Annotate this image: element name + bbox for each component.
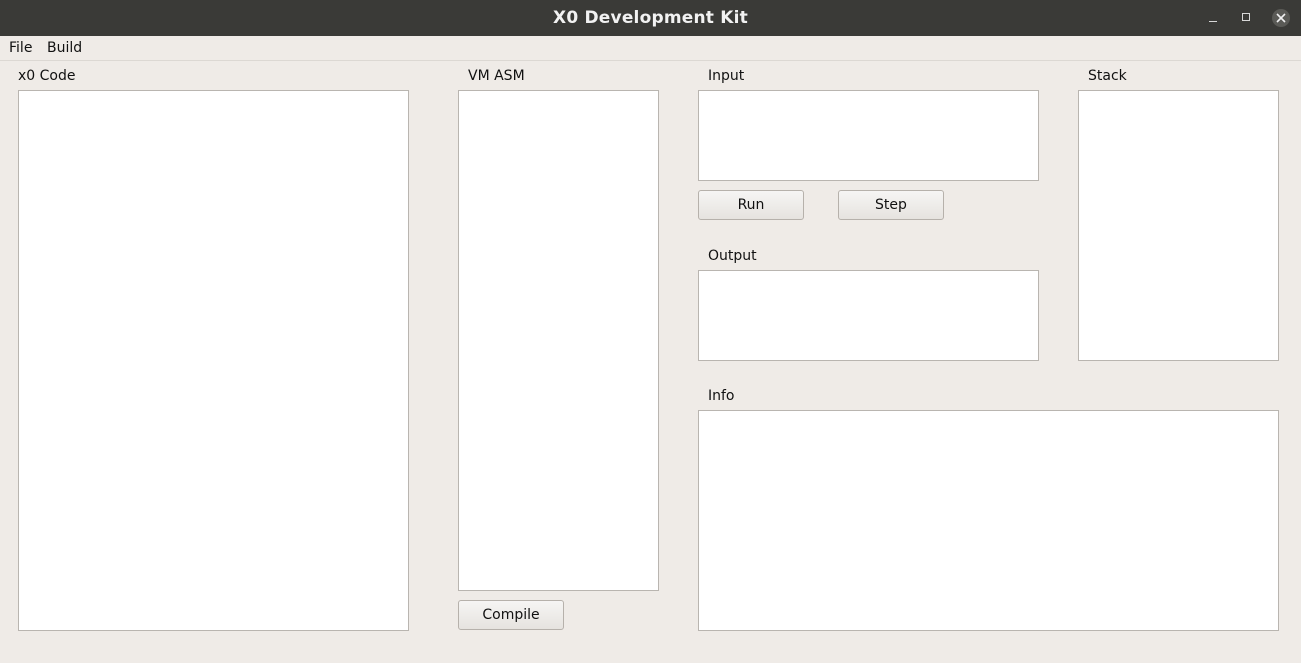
compile-button[interactable]: Compile bbox=[458, 600, 564, 630]
menu-build[interactable]: Build bbox=[47, 36, 82, 60]
title-bar[interactable]: X0 Development Kit bbox=[0, 0, 1301, 36]
input-label: Input bbox=[708, 68, 745, 84]
window-title: X0 Development Kit bbox=[553, 8, 748, 28]
run-button[interactable]: Run bbox=[698, 190, 804, 220]
maximize-icon bbox=[1242, 13, 1250, 21]
app-window: X0 Development Kit File Build x0 Code VM… bbox=[0, 0, 1301, 663]
close-icon bbox=[1276, 13, 1286, 23]
output-field[interactable] bbox=[698, 270, 1039, 361]
info-view[interactable] bbox=[698, 410, 1279, 631]
vm-asm-view[interactable] bbox=[458, 90, 659, 591]
close-button[interactable] bbox=[1270, 7, 1292, 29]
code-editor[interactable] bbox=[18, 90, 409, 631]
menu-file[interactable]: File bbox=[9, 36, 32, 60]
stack-view[interactable] bbox=[1078, 90, 1279, 361]
minimize-button[interactable] bbox=[1203, 7, 1225, 29]
step-button[interactable]: Step bbox=[838, 190, 944, 220]
input-field[interactable] bbox=[698, 90, 1039, 181]
vm-asm-label: VM ASM bbox=[468, 68, 525, 84]
menu-bar: File Build bbox=[0, 36, 1301, 61]
code-label: x0 Code bbox=[18, 68, 76, 84]
output-label: Output bbox=[708, 248, 757, 264]
minimize-icon bbox=[1209, 21, 1217, 22]
info-label: Info bbox=[708, 388, 735, 404]
maximize-button[interactable] bbox=[1236, 7, 1258, 29]
stack-label: Stack bbox=[1088, 68, 1127, 84]
